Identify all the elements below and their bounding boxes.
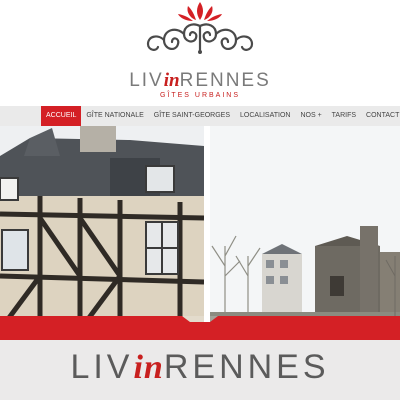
brand-title: LIVinRENNES [129, 70, 271, 91]
logo-ornament-icon[interactable] [130, 0, 270, 62]
footer-brand-title: LIVinRENNES [70, 348, 330, 386]
nav-item-gite-nationale[interactable]: GÎTE NATIONALE [81, 106, 148, 126]
photo-slideshow [0, 126, 400, 330]
brand-subtitle: GÎTES URBAINS [159, 92, 241, 99]
photo-timber-house [0, 126, 205, 330]
nav-item-tarifs[interactable]: TARIFS [327, 106, 361, 126]
main-nav: ACCUEIL GÎTE NATIONALE GÎTE SAINT-GEORGE… [0, 106, 400, 126]
photo-castle-tower [210, 126, 400, 330]
slideshow-photos [0, 126, 400, 330]
nav-item-gite-saint-georges[interactable]: GÎTE SAINT-GEORGES [149, 106, 235, 126]
site-header: LIVinRENNES GÎTES URBAINS [0, 0, 400, 106]
nav-item-accueil[interactable]: ACCUEIL [41, 106, 82, 126]
nav-item-contact[interactable]: CONTACT [361, 106, 400, 126]
nav-item-localisation[interactable]: LOCALISATION [235, 106, 295, 126]
nav-item-nos-plus[interactable]: NOS + [295, 106, 326, 126]
